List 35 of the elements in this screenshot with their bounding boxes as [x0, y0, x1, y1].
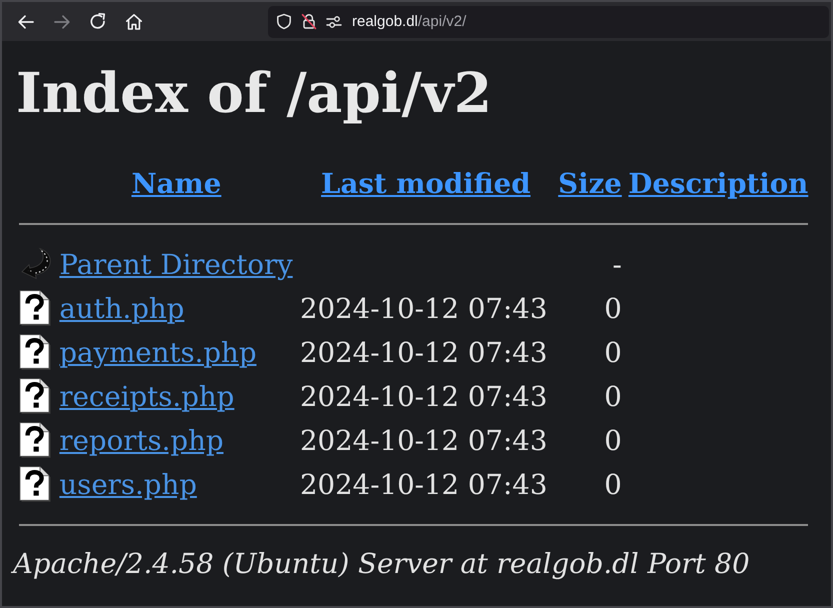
file-link[interactable]: users.php — [59, 468, 197, 502]
address-bar[interactable]: realgob.dl/api/v2/ — [268, 6, 829, 38]
file-link[interactable]: reports.php — [59, 424, 224, 458]
modified-date: 2024-10-12 07:43 — [300, 380, 548, 414]
reload-icon[interactable] — [88, 12, 108, 32]
url-text: realgob.dl/api/v2/ — [352, 13, 466, 30]
column-header-link[interactable]: Size — [558, 167, 622, 200]
file-size: 0 — [604, 380, 622, 414]
sliders-icon[interactable] — [326, 14, 342, 29]
file-size: 0 — [604, 424, 622, 458]
file-link[interactable]: payments.php — [59, 336, 256, 369]
file-link[interactable]: auth.php — [59, 292, 184, 325]
server-signature: Apache/2.4.58 (Ubuntu) Server at realgob.dl Port 80 — [13, 546, 751, 580]
modified-date: 2024-10-12 07:43 — [300, 468, 548, 502]
file-link[interactable]: Parent Directory — [59, 248, 293, 281]
file-size: 0 — [604, 336, 622, 369]
question-file-icon — [18, 422, 53, 460]
page-title: Index of /api/v2 — [16, 61, 493, 125]
column-header-link[interactable]: Last modified — [321, 167, 531, 200]
modified-date: 2024-10-12 07:43 — [300, 424, 548, 458]
file-size: 0 — [604, 468, 622, 502]
shield-icon[interactable] — [276, 13, 292, 30]
column-header-link[interactable]: Name — [131, 167, 222, 200]
modified-date: 2024-10-12 07:43 — [300, 336, 548, 369]
question-file-icon — [18, 378, 53, 416]
question-file-icon — [18, 290, 53, 328]
modified-date: 2024-10-12 07:43 — [300, 292, 548, 325]
home-icon[interactable] — [124, 12, 144, 32]
file-size: - — [612, 248, 622, 281]
file-size: 0 — [604, 292, 622, 325]
question-file-icon — [18, 334, 53, 372]
crossed-lock-icon[interactable] — [301, 13, 317, 30]
question-file-icon — [18, 466, 53, 504]
column-header-link[interactable]: Description — [628, 167, 808, 200]
file-link[interactable]: receipts.php — [59, 380, 234, 414]
